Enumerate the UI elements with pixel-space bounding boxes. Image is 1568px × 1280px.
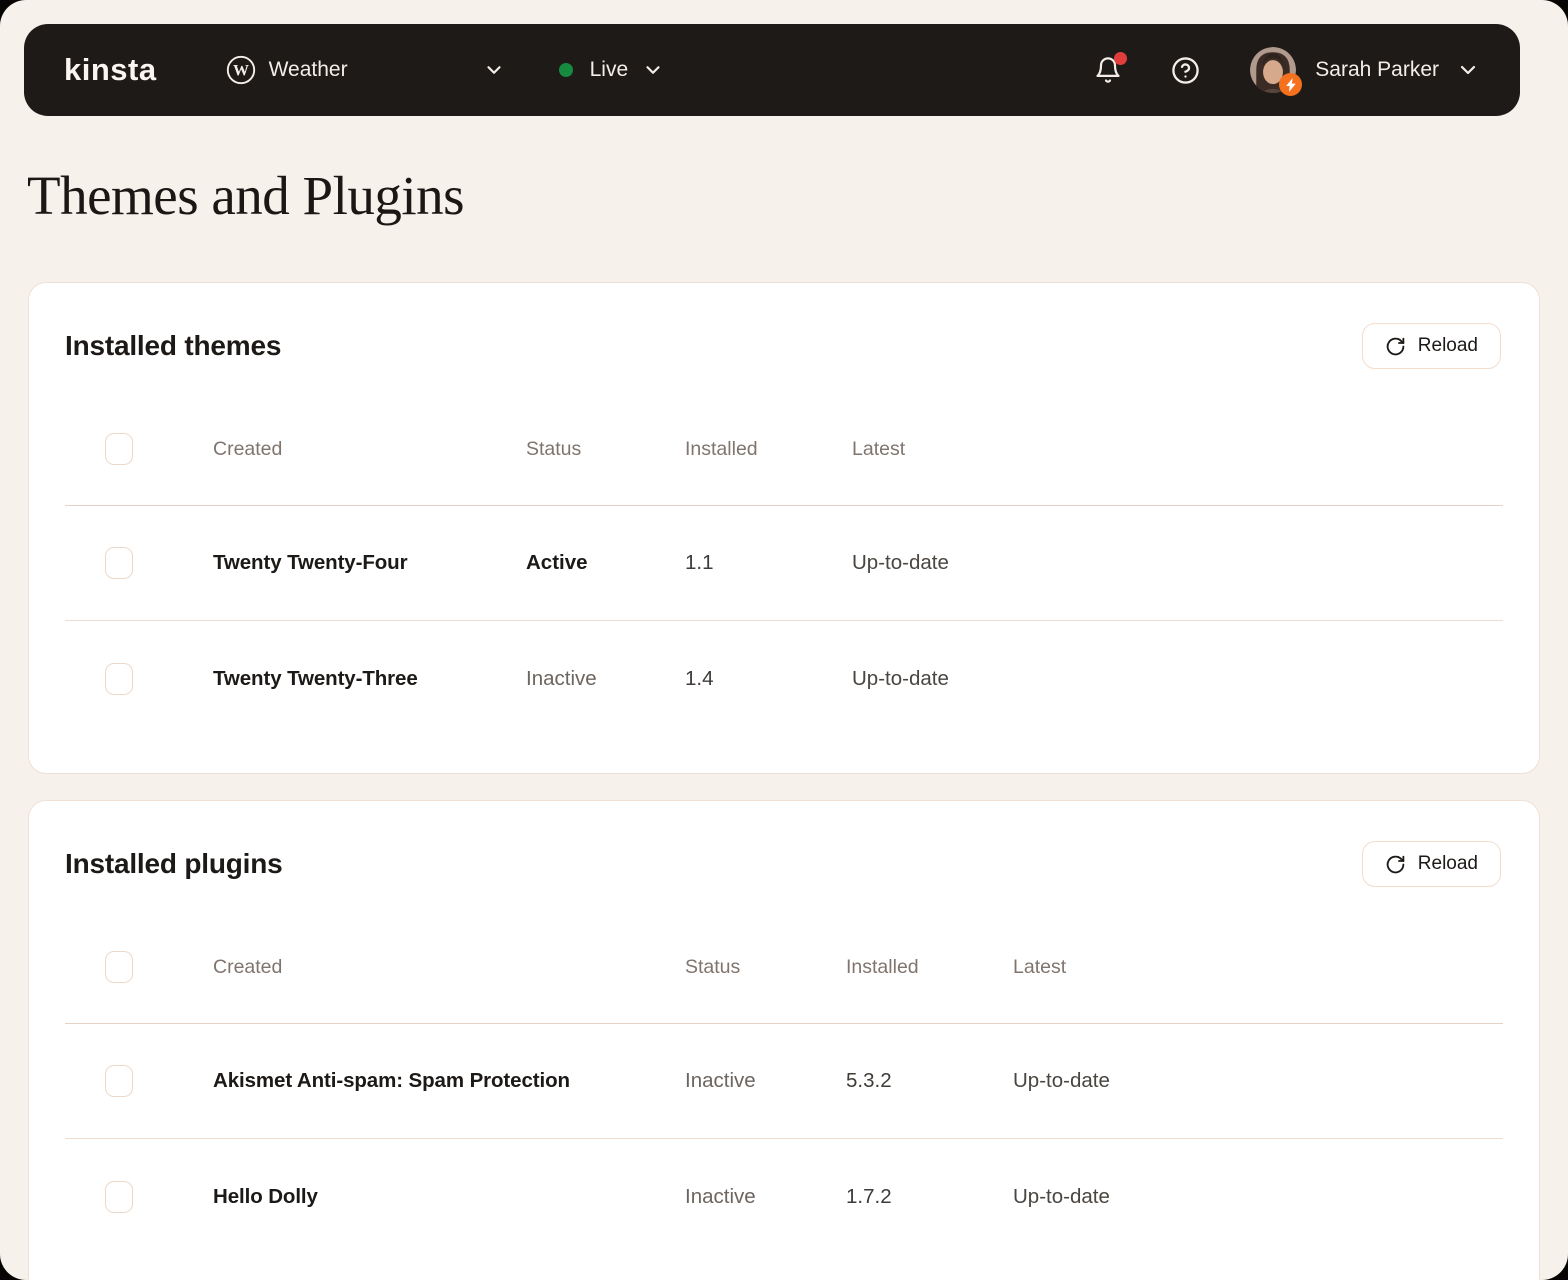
plugin-name: Akismet Anti-spam: Spam Protection bbox=[213, 1069, 685, 1093]
kinsta-logo[interactable]: kinsta bbox=[64, 52, 157, 88]
column-header-created: Created bbox=[213, 956, 685, 979]
help-icon bbox=[1171, 56, 1200, 85]
live-status-dot bbox=[559, 63, 573, 77]
theme-status: Active bbox=[526, 551, 685, 575]
theme-latest: Up-to-date bbox=[852, 667, 1503, 691]
theme-status: Inactive bbox=[526, 667, 685, 691]
svg-text:W: W bbox=[233, 63, 249, 80]
themes-table-header-row: Created Status Installed Latest bbox=[65, 369, 1503, 506]
table-row: Akismet Anti-spam: Spam Protection Inact… bbox=[65, 1024, 1503, 1139]
plugin-status: Inactive bbox=[685, 1185, 846, 1209]
top-navbar: kinsta W Weather Live bbox=[24, 24, 1520, 116]
table-row: Twenty Twenty-Three Inactive 1.4 Up-to-d… bbox=[65, 621, 1503, 736]
reload-icon bbox=[1385, 854, 1406, 875]
theme-name: Twenty Twenty-Three bbox=[213, 667, 526, 691]
user-avatar[interactable] bbox=[1250, 47, 1296, 93]
page-title: Themes and Plugins bbox=[27, 164, 464, 227]
plugin-name: Hello Dolly bbox=[213, 1185, 685, 1209]
row-checkbox[interactable] bbox=[105, 663, 133, 695]
app-window: kinsta W Weather Live bbox=[0, 0, 1568, 1280]
theme-installed: 1.1 bbox=[685, 551, 852, 575]
chevron-down-icon bbox=[642, 59, 664, 81]
theme-installed: 1.4 bbox=[685, 667, 852, 691]
user-name[interactable]: Sarah Parker bbox=[1315, 58, 1439, 82]
column-header-installed: Installed bbox=[685, 438, 852, 461]
reload-label: Reload bbox=[1418, 335, 1478, 357]
navbar-right-cluster: Sarah Parker bbox=[1094, 47, 1480, 93]
site-selector-dropdown[interactable]: W Weather bbox=[226, 55, 505, 85]
notifications-button[interactable] bbox=[1094, 56, 1122, 84]
lightning-badge-icon bbox=[1279, 73, 1302, 96]
plugin-latest: Up-to-date bbox=[1013, 1069, 1503, 1093]
site-selector-label: Weather bbox=[269, 58, 348, 82]
column-header-created: Created bbox=[213, 438, 526, 461]
plugins-select-all-checkbox[interactable] bbox=[105, 951, 133, 983]
table-row: Twenty Twenty-Four Active 1.1 Up-to-date bbox=[65, 506, 1503, 621]
column-header-status: Status bbox=[526, 438, 685, 461]
theme-name: Twenty Twenty-Four bbox=[213, 551, 526, 575]
plugin-installed: 5.3.2 bbox=[846, 1069, 1013, 1093]
notification-dot bbox=[1114, 52, 1127, 65]
help-button[interactable] bbox=[1171, 56, 1200, 85]
installed-plugins-card: Installed plugins Reload Created Status … bbox=[28, 800, 1540, 1280]
plugin-installed: 1.7.2 bbox=[846, 1185, 1013, 1209]
row-checkbox[interactable] bbox=[105, 1181, 133, 1213]
plugins-table-header-row: Created Status Installed Latest bbox=[65, 887, 1503, 1024]
row-checkbox[interactable] bbox=[105, 547, 133, 579]
plugins-card-title: Installed plugins bbox=[65, 841, 283, 887]
environment-selector-dropdown[interactable]: Live bbox=[559, 58, 665, 82]
reload-label: Reload bbox=[1418, 853, 1478, 875]
reload-icon bbox=[1385, 336, 1406, 357]
chevron-down-icon bbox=[483, 59, 505, 81]
plugin-status: Inactive bbox=[685, 1069, 846, 1093]
themes-reload-button[interactable]: Reload bbox=[1362, 323, 1501, 369]
installed-themes-card: Installed themes Reload Created Status I… bbox=[28, 282, 1540, 774]
table-row: Hello Dolly Inactive 1.7.2 Up-to-date bbox=[65, 1139, 1503, 1254]
themes-select-all-checkbox[interactable] bbox=[105, 433, 133, 465]
plugins-reload-button[interactable]: Reload bbox=[1362, 841, 1501, 887]
column-header-latest: Latest bbox=[852, 438, 1503, 461]
chevron-down-icon[interactable] bbox=[1456, 58, 1480, 82]
themes-table: Created Status Installed Latest Twenty T… bbox=[29, 369, 1539, 736]
column-header-status: Status bbox=[685, 956, 846, 979]
themes-card-title: Installed themes bbox=[65, 323, 281, 369]
theme-latest: Up-to-date bbox=[852, 551, 1503, 575]
plugins-table: Created Status Installed Latest Akismet … bbox=[29, 887, 1539, 1254]
row-checkbox[interactable] bbox=[105, 1065, 133, 1097]
plugin-latest: Up-to-date bbox=[1013, 1185, 1503, 1209]
environment-label: Live bbox=[590, 58, 629, 82]
wordpress-icon: W bbox=[226, 55, 256, 85]
column-header-latest: Latest bbox=[1013, 956, 1503, 979]
column-header-installed: Installed bbox=[846, 956, 1013, 979]
